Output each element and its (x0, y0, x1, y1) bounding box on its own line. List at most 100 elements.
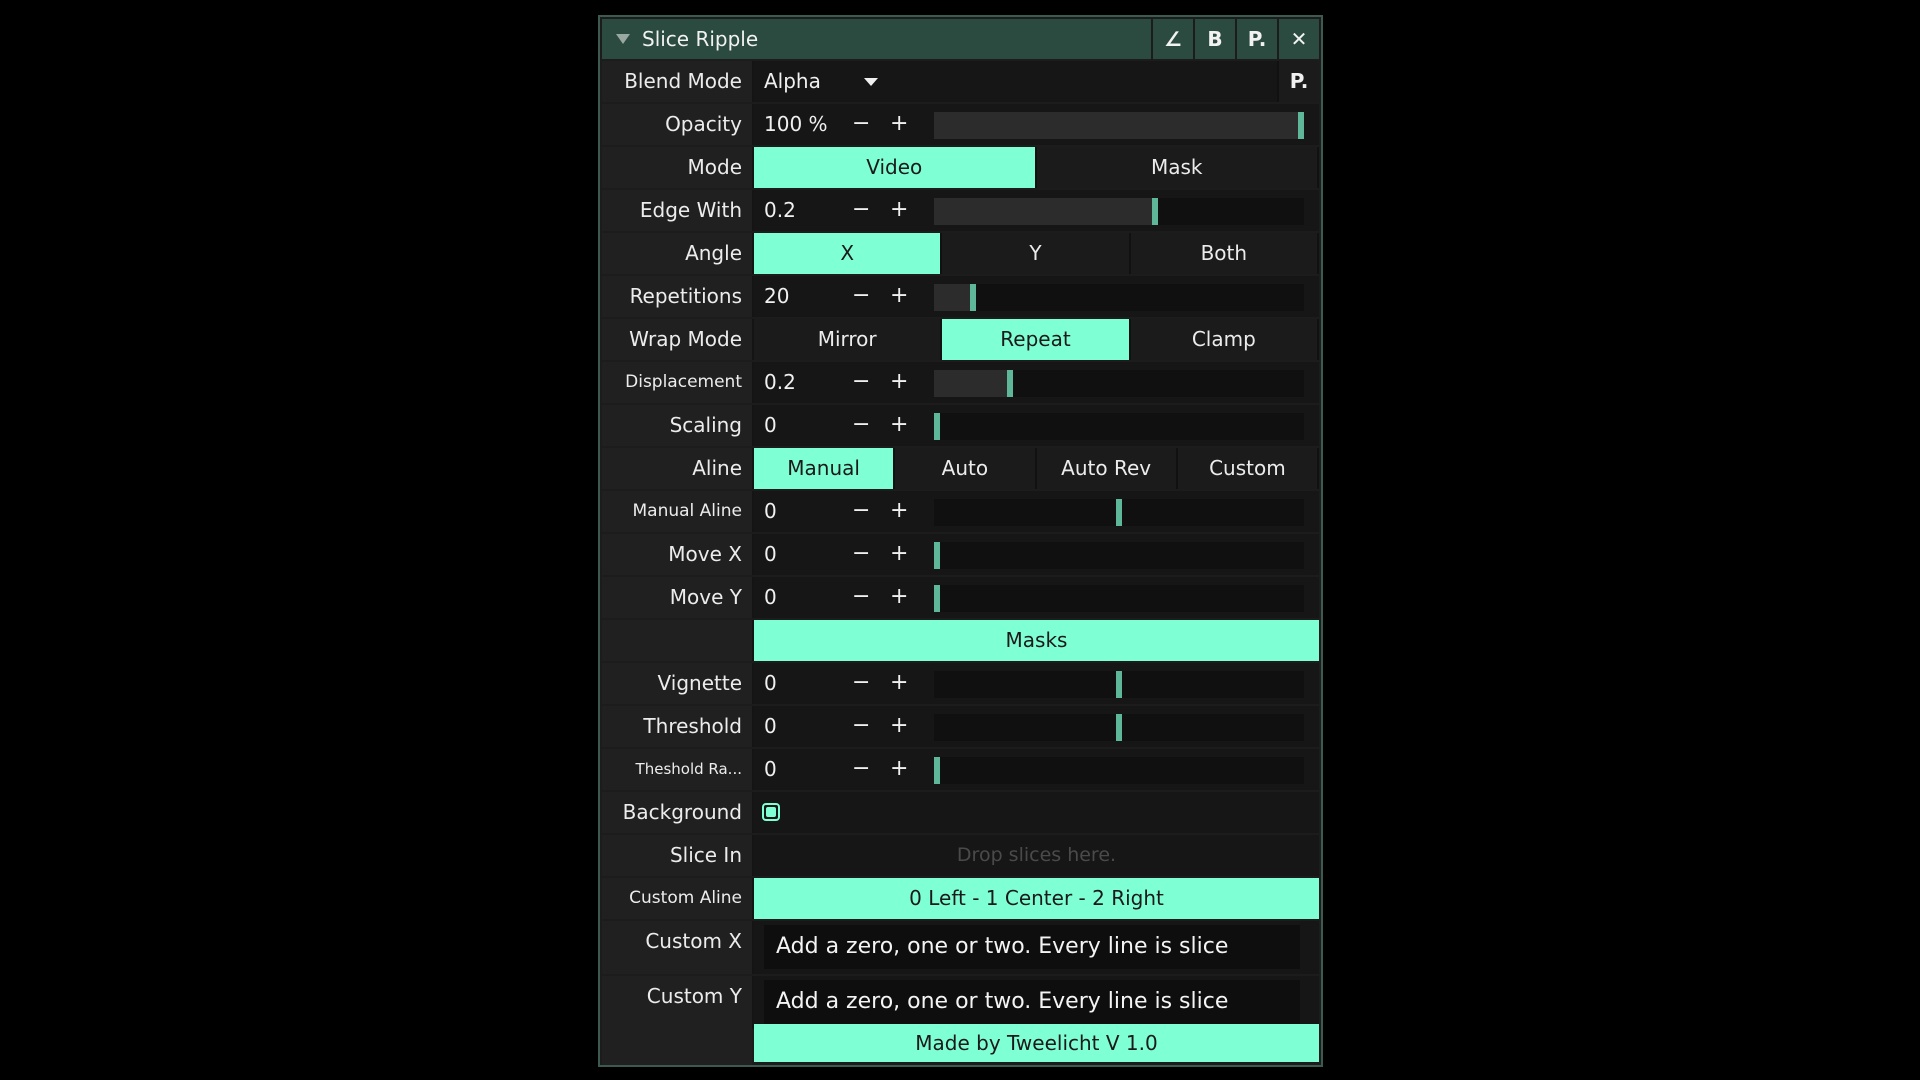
manual-aline-value[interactable]: 0 (764, 491, 777, 531)
manual-aline-label: Manual Aline (602, 491, 752, 532)
blend-mode-select[interactable]: Alpha (764, 61, 821, 102)
manual-aline-decrement-button[interactable]: − (852, 491, 870, 531)
threshold-range-slider-handle[interactable] (934, 757, 940, 784)
move-x-decrement-button[interactable]: − (852, 534, 870, 574)
manual-aline-slider-handle[interactable] (1116, 499, 1122, 526)
scaling-control: 0 − + (754, 405, 1319, 446)
displacement-control: 0.2 − + (754, 362, 1319, 403)
vignette-slider[interactable] (934, 671, 1304, 698)
edge-with-increment-button[interactable]: + (890, 190, 908, 230)
custom-y-textarea[interactable]: Add a zero, one or two. Every line is sl… (764, 980, 1300, 1024)
aline-row: Aline Manual Auto Auto Rev Custom (602, 448, 1319, 489)
opacity-slider-handle[interactable] (1298, 112, 1304, 139)
edge-with-value[interactable]: 0.2 (764, 190, 796, 230)
vignette-increment-button[interactable]: + (890, 663, 908, 703)
vignette-value[interactable]: 0 (764, 663, 777, 703)
scaling-slider[interactable] (934, 413, 1304, 440)
angle-option-x[interactable]: X (754, 233, 943, 274)
angle-option-y[interactable]: Y (942, 233, 1131, 274)
mode-option-mask[interactable]: Mask (1036, 147, 1319, 188)
edge-with-row: Edge With 0.2 − + (602, 190, 1319, 231)
edge-with-slider[interactable] (934, 198, 1304, 225)
repetitions-row: Repetitions 20 − + (602, 276, 1319, 317)
displacement-slider[interactable] (934, 370, 1304, 397)
aline-option-auto-rev[interactable]: Auto Rev (1036, 448, 1178, 489)
move-y-slider[interactable] (934, 585, 1304, 612)
slice-ripple-panel: Slice Ripple ∠ B P. ✕ Blend Mode Alpha P… (598, 15, 1323, 1067)
close-button[interactable]: ✕ (1277, 19, 1319, 59)
edge-with-slider-fill (934, 198, 1152, 225)
edge-with-slider-handle[interactable] (1152, 198, 1158, 225)
scaling-row: Scaling 0 − + (602, 405, 1319, 446)
threshold-range-value[interactable]: 0 (764, 749, 777, 789)
opacity-decrement-button[interactable]: − (852, 104, 870, 144)
displacement-slider-handle[interactable] (1007, 370, 1013, 397)
move-y-value[interactable]: 0 (764, 577, 777, 617)
repetitions-slider-handle[interactable] (970, 284, 976, 311)
preset-button[interactable]: P. (1235, 19, 1277, 59)
opacity-increment-button[interactable]: + (890, 104, 908, 144)
scaling-decrement-button[interactable]: − (852, 405, 870, 445)
mode-option-video[interactable]: Video (754, 147, 1037, 188)
move-y-slider-handle[interactable] (934, 585, 940, 612)
threshold-range-label: Theshold Ra... (602, 749, 752, 790)
move-x-slider-handle[interactable] (934, 542, 940, 569)
repetitions-slider[interactable] (934, 284, 1304, 311)
manual-aline-slider[interactable] (934, 499, 1304, 526)
wrap-mode-option-repeat[interactable]: Repeat (942, 319, 1131, 360)
threshold-increment-button[interactable]: + (890, 706, 908, 746)
blend-mode-row: Blend Mode Alpha P. (602, 61, 1319, 102)
move-x-slider[interactable] (934, 542, 1304, 569)
threshold-range-slider[interactable] (934, 757, 1304, 784)
move-x-increment-button[interactable]: + (890, 534, 908, 574)
scaling-slider-handle[interactable] (934, 413, 940, 440)
threshold-slider-handle[interactable] (1116, 714, 1122, 741)
move-y-increment-button[interactable]: + (890, 577, 908, 617)
aline-option-custom[interactable]: Custom (1177, 448, 1319, 489)
displacement-decrement-button[interactable]: − (852, 362, 870, 402)
vignette-label: Vignette (602, 663, 752, 704)
wrap-mode-segmented: Mirror Repeat Clamp (754, 319, 1319, 360)
mode-row: Mode Video Mask (602, 147, 1319, 188)
manual-aline-increment-button[interactable]: + (890, 491, 908, 531)
scaling-increment-button[interactable]: + (890, 405, 908, 445)
slice-in-row: Slice In Drop slices here. (602, 835, 1319, 876)
vignette-decrement-button[interactable]: − (852, 663, 870, 703)
angle-button[interactable]: ∠ (1151, 19, 1193, 59)
aline-option-auto[interactable]: Auto (895, 448, 1037, 489)
scaling-label: Scaling (602, 405, 752, 446)
repetitions-increment-button[interactable]: + (890, 276, 908, 316)
background-control (754, 792, 1319, 833)
move-x-value[interactable]: 0 (764, 534, 777, 574)
threshold-value[interactable]: 0 (764, 706, 777, 746)
custom-y-row: Custom Y Add a zero, one or two. Every l… (602, 976, 1319, 1065)
scaling-value[interactable]: 0 (764, 405, 777, 445)
blend-preset-button[interactable]: P. (1277, 61, 1319, 102)
vignette-slider-handle[interactable] (1116, 671, 1122, 698)
custom-x-textarea[interactable]: Add a zero, one or two. Every line is sl… (764, 925, 1300, 969)
aline-option-manual[interactable]: Manual (754, 448, 896, 489)
opacity-value[interactable]: 100 % (764, 104, 828, 144)
opacity-slider[interactable] (934, 112, 1304, 139)
threshold-range-increment-button[interactable]: + (890, 749, 908, 789)
background-checkbox[interactable] (762, 803, 780, 821)
wrap-mode-option-mirror[interactable]: Mirror (754, 319, 943, 360)
repetitions-decrement-button[interactable]: − (852, 276, 870, 316)
slice-drop-zone[interactable]: Drop slices here. (754, 835, 1319, 876)
displacement-increment-button[interactable]: + (890, 362, 908, 402)
repetitions-slider-fill (934, 284, 970, 311)
wrap-mode-option-clamp[interactable]: Clamp (1130, 319, 1319, 360)
move-y-decrement-button[interactable]: − (852, 577, 870, 617)
bypass-button[interactable]: B (1193, 19, 1235, 59)
edge-with-decrement-button[interactable]: − (852, 190, 870, 230)
masks-section-header[interactable]: Masks (754, 620, 1319, 661)
threshold-decrement-button[interactable]: − (852, 706, 870, 746)
threshold-slider[interactable] (934, 714, 1304, 741)
threshold-range-decrement-button[interactable]: − (852, 749, 870, 789)
angle-option-both[interactable]: Both (1130, 233, 1319, 274)
repetitions-value[interactable]: 20 (764, 276, 789, 316)
chevron-down-icon[interactable] (864, 78, 878, 86)
aline-label: Aline (602, 448, 752, 489)
collapse-arrow-icon[interactable] (616, 34, 630, 44)
displacement-value[interactable]: 0.2 (764, 362, 796, 402)
